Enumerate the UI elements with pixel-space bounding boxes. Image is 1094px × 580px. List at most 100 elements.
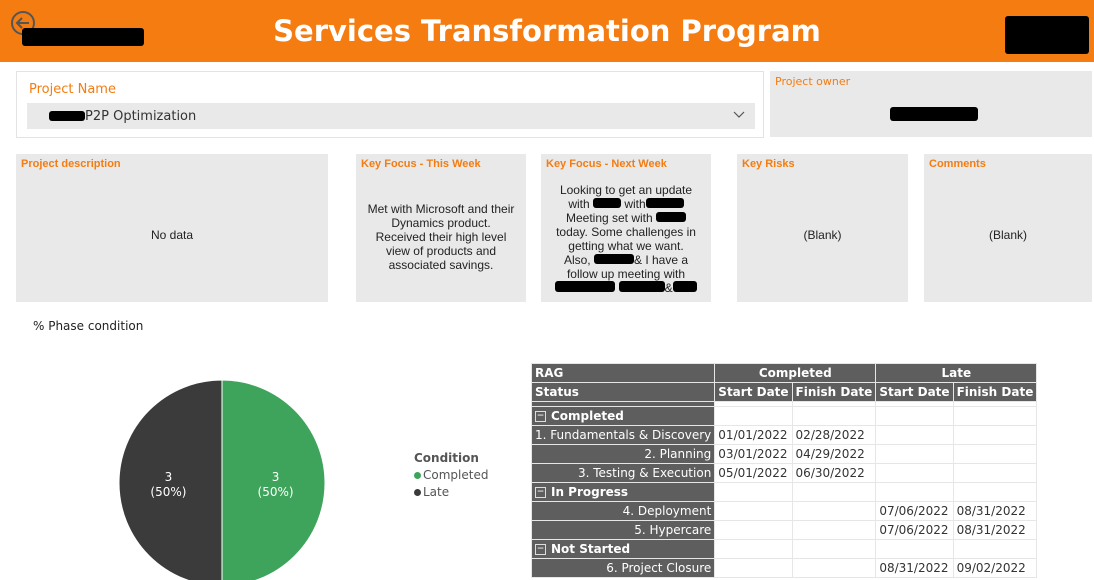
header-row: Status Start Date Finish Date Start Date… bbox=[530, 382, 1038, 402]
redacted-text bbox=[593, 254, 634, 264]
date-cell bbox=[875, 463, 954, 483]
table-row: 2. Planning 03/01/2022 04/29/2022 bbox=[530, 444, 1038, 464]
legend-dot bbox=[414, 489, 421, 496]
empty-cell bbox=[714, 482, 793, 502]
empty-cell bbox=[875, 539, 954, 559]
text-line: Looking to get an update bbox=[559, 183, 693, 197]
comments-card: Comments (Blank) bbox=[924, 154, 1092, 302]
date-cell bbox=[875, 444, 954, 464]
pie-value-label: 3 bbox=[165, 470, 173, 484]
header-cell: Finish Date bbox=[952, 382, 1038, 402]
legend-dot bbox=[414, 472, 421, 479]
date-cell: 07/06/2022 bbox=[875, 501, 954, 521]
empty-cell bbox=[875, 406, 954, 426]
date-cell: 05/01/2022 bbox=[714, 463, 793, 483]
card-text: Looking to get an update with with Meeti… bbox=[541, 183, 711, 295]
card-text: No data bbox=[150, 228, 194, 242]
date-cell: 08/31/2022 bbox=[952, 501, 1038, 521]
phase-chart-title: % Phase condition bbox=[33, 319, 144, 333]
group-cell[interactable]: − Completed bbox=[530, 406, 716, 426]
header-cell: Start Date bbox=[714, 382, 793, 402]
date-cell bbox=[791, 501, 877, 521]
redacted-text bbox=[656, 212, 687, 222]
redacted-text bbox=[593, 198, 621, 208]
phase-name-cell: 5. Hypercare bbox=[530, 520, 716, 540]
card-text: (Blank) bbox=[988, 228, 1027, 242]
key-risks-card: Key Risks (Blank) bbox=[737, 154, 908, 302]
group-row: − In Progress bbox=[530, 482, 1038, 502]
header-cell: Status bbox=[530, 382, 716, 402]
collapse-icon[interactable]: − bbox=[535, 544, 546, 555]
table-row: 4. Deployment 07/06/2022 08/31/2022 bbox=[530, 501, 1038, 521]
redacted-text bbox=[672, 281, 697, 292]
table-row: 6. Project Closure 08/31/2022 09/02/2022 bbox=[530, 558, 1038, 578]
pie-legend: Condition Completed Late bbox=[414, 451, 488, 499]
header-cell: Completed bbox=[714, 363, 877, 383]
date-cell: 09/02/2022 bbox=[952, 558, 1038, 578]
card-title: Key Focus - Next Week bbox=[546, 158, 667, 170]
date-cell: 04/29/2022 bbox=[791, 444, 877, 464]
redacted-text bbox=[49, 111, 85, 121]
empty-cell bbox=[952, 406, 1038, 426]
header-cell: Start Date bbox=[875, 382, 954, 402]
empty-cell bbox=[952, 539, 1038, 559]
table-row: 3. Testing & Execution 05/01/2022 06/30/20… bbox=[530, 463, 1038, 483]
group-cell[interactable]: − In Progress bbox=[530, 482, 716, 502]
card-title: Key Risks bbox=[742, 158, 795, 170]
empty-cell bbox=[791, 482, 877, 502]
date-cell bbox=[952, 463, 1038, 483]
redacted-text bbox=[645, 198, 684, 208]
legend-item-completed[interactable]: Completed bbox=[414, 468, 488, 482]
project-owner-label: Project owner bbox=[775, 75, 851, 88]
redacted-logo-right bbox=[1005, 16, 1089, 54]
empty-cell bbox=[952, 482, 1038, 502]
card-title: Comments bbox=[929, 158, 986, 170]
phase-name-cell: 6. Project Closure bbox=[530, 558, 716, 578]
project-description-card: Project description No data bbox=[16, 154, 328, 302]
date-cell bbox=[714, 520, 793, 540]
date-cell: 06/30/2022 bbox=[791, 463, 877, 483]
date-cell bbox=[952, 425, 1038, 445]
phase-name-cell: 4. Deployment bbox=[530, 501, 716, 521]
card-text: Met with Microsoft and their Dynamics pr… bbox=[367, 202, 515, 272]
empty-cell bbox=[791, 539, 877, 559]
pie-value-label: 3 bbox=[272, 470, 280, 484]
date-cell: 08/31/2022 bbox=[952, 520, 1038, 540]
date-cell bbox=[952, 444, 1038, 464]
date-cell bbox=[791, 558, 877, 578]
header-cell: Late bbox=[875, 363, 1038, 383]
redacted-text bbox=[618, 281, 665, 292]
project-name-value: P2P Optimization bbox=[85, 109, 197, 124]
text-line: with with bbox=[541, 197, 711, 211]
key-focus-this-week-card: Key Focus - This Week Met with Microsoft… bbox=[356, 154, 526, 302]
text-line: Also, & I have a bbox=[563, 253, 689, 267]
empty-cell bbox=[714, 539, 793, 559]
project-name-slicer: Project Name P2P Optimization bbox=[16, 71, 764, 138]
date-cell bbox=[714, 501, 793, 521]
date-cell: 07/06/2022 bbox=[875, 520, 954, 540]
chevron-down-icon[interactable] bbox=[733, 111, 745, 119]
rag-matrix-table: RAG Completed Late Status Start Date Fin… bbox=[530, 363, 1038, 578]
project-name-label: Project Name bbox=[29, 82, 116, 97]
text-line: today. Some challenges in bbox=[556, 225, 696, 239]
legend-item-late[interactable]: Late bbox=[414, 485, 488, 499]
phase-condition-pie-chart: 3(50%)3(50%) bbox=[118, 379, 326, 580]
date-cell: 01/01/2022 bbox=[714, 425, 793, 445]
group-cell[interactable]: − Not Started bbox=[530, 539, 716, 559]
card-title: Key Focus - This Week bbox=[361, 158, 481, 170]
table-row: 5. Hypercare 07/06/2022 08/31/2022 bbox=[530, 520, 1038, 540]
header-cell: RAG bbox=[530, 363, 716, 383]
project-name-dropdown[interactable]: P2P Optimization bbox=[27, 103, 755, 129]
key-focus-next-week-card: Key Focus - Next Week Looking to get an … bbox=[541, 154, 711, 302]
pie-percent-label: (50%) bbox=[258, 485, 294, 499]
collapse-icon[interactable]: − bbox=[535, 487, 546, 498]
phase-name-cell: 1. Fundamentals & Discovery bbox=[530, 425, 716, 445]
redacted-text bbox=[555, 281, 616, 292]
group-label: In Progress bbox=[551, 485, 629, 499]
text-line: follow up meeting with bbox=[566, 267, 686, 281]
date-cell bbox=[791, 520, 877, 540]
date-cell: 02/28/2022 bbox=[791, 425, 877, 445]
header-banner: Services Transformation Program bbox=[0, 0, 1094, 62]
page-title: Services Transformation Program bbox=[273, 14, 821, 48]
collapse-icon[interactable]: − bbox=[535, 411, 546, 422]
